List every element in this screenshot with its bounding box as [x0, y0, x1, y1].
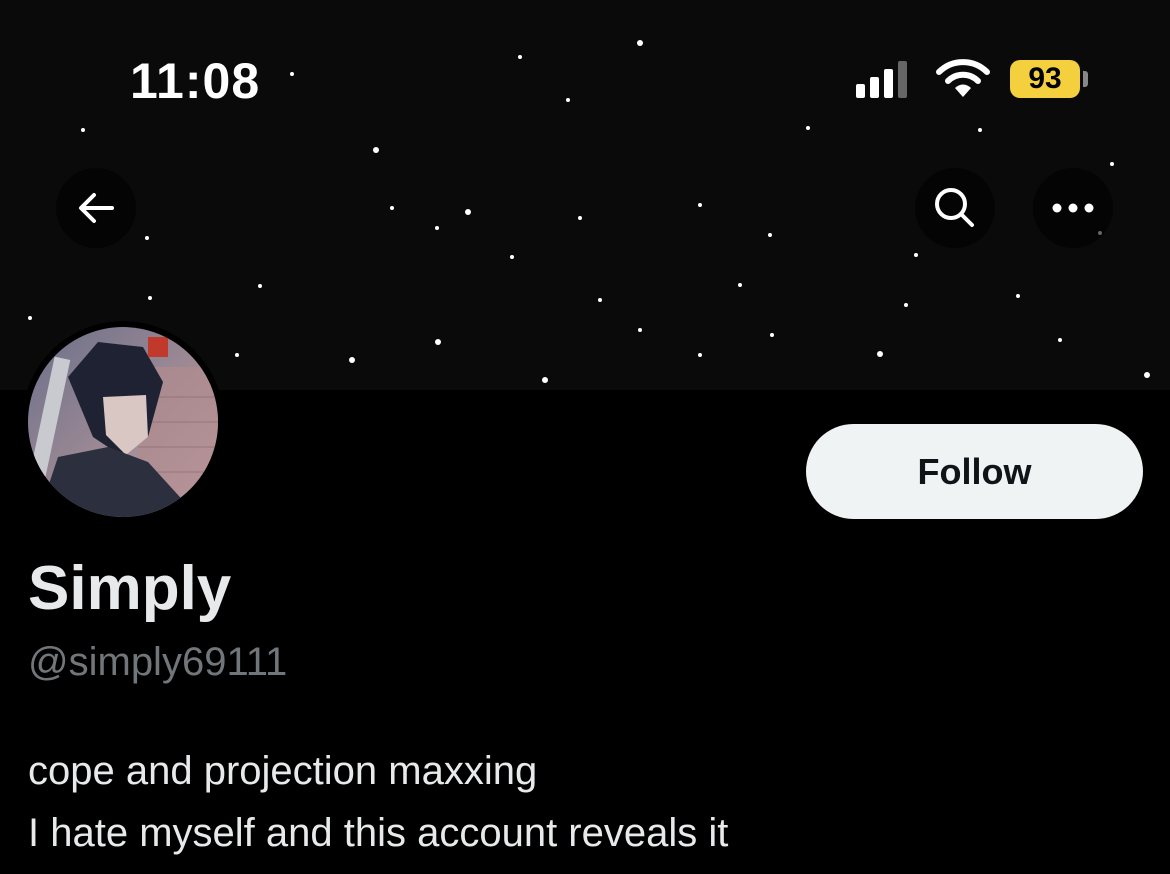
ellipsis-icon — [1052, 203, 1094, 213]
status-time: 11:08 — [130, 53, 261, 109]
username-handle: @simply69111 — [28, 640, 288, 684]
wifi-icon — [936, 59, 990, 97]
battery-indicator: 93 — [1010, 60, 1080, 98]
display-name: Simply — [28, 554, 232, 623]
search-icon — [935, 188, 974, 227]
avatar[interactable] — [22, 321, 224, 523]
battery-cap — [1083, 71, 1088, 87]
follow-button[interactable]: Follow — [806, 424, 1143, 519]
arrow-left-icon — [79, 193, 114, 223]
cellular-signal-icon — [856, 61, 907, 98]
profile-bio: cope and projection maxxing I hate mysel… — [28, 740, 728, 864]
search-button[interactable] — [915, 168, 995, 248]
more-options-button[interactable] — [1033, 168, 1113, 248]
bio-line: cope and projection maxxing — [28, 749, 538, 793]
status-bar: 11:08 93 — [0, 0, 1170, 150]
bio-line: I hate myself and this account reveals i… — [28, 811, 729, 855]
back-button[interactable] — [56, 168, 136, 248]
avatar-image — [28, 327, 218, 517]
